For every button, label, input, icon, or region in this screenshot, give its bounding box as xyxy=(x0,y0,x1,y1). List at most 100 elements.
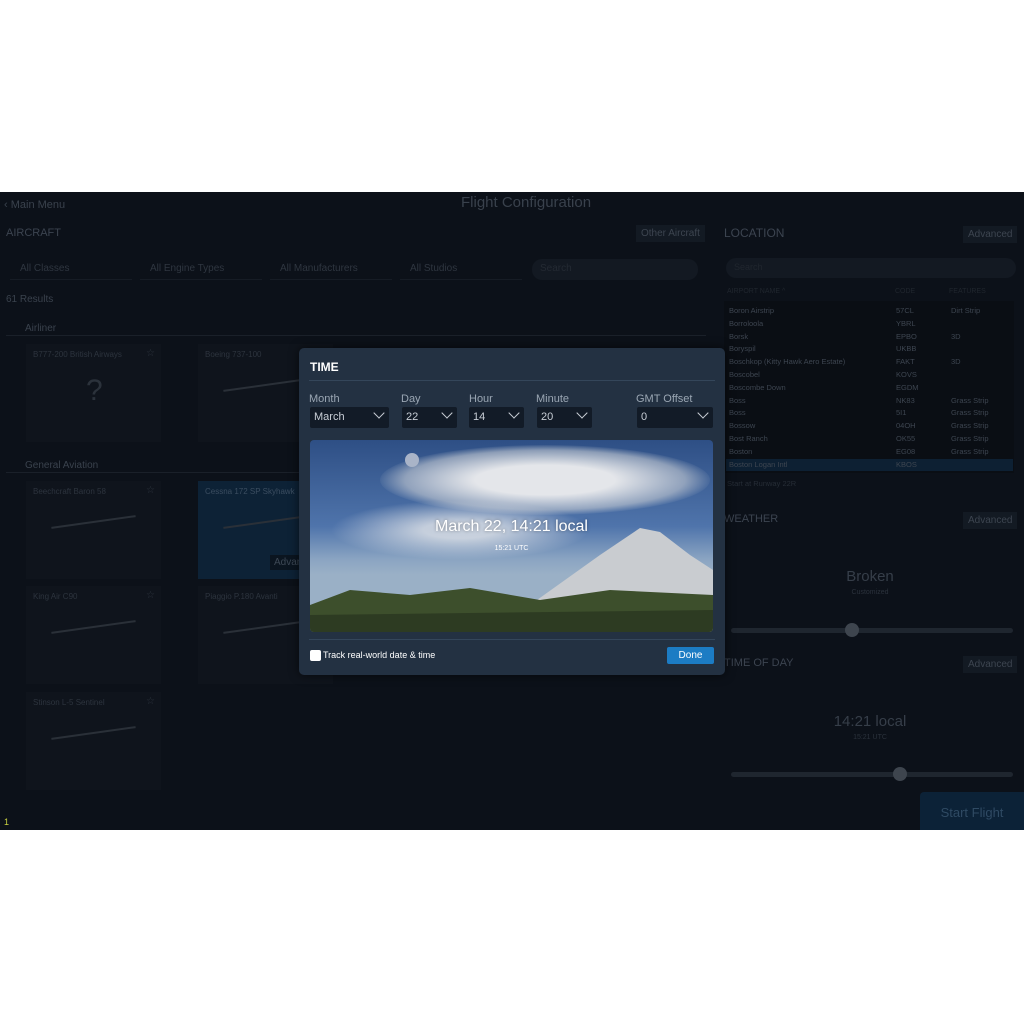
airport-cell: Boryspil xyxy=(729,344,756,354)
airport-cell: Dirt Strip xyxy=(951,306,981,315)
airport-cell: Boston xyxy=(729,446,753,456)
back-main-menu[interactable]: ‹ Main Menu xyxy=(4,199,65,211)
time-dialog: TIME Month March Day 22 Hour 14 Minute 2… xyxy=(299,348,725,675)
group-general-aviation: General Aviation xyxy=(25,460,99,471)
airport-row[interactable]: Bossow 04OH Grass Strip xyxy=(726,420,1013,433)
aircraft-title: AIRCRAFT xyxy=(6,227,61,239)
day-label: Day xyxy=(401,393,421,405)
location-advanced-button[interactable]: Advanced xyxy=(963,226,1018,243)
weather-slider[interactable] xyxy=(731,623,1013,637)
airport-cell: Borroloola xyxy=(729,318,764,328)
divider xyxy=(6,335,706,336)
airport-row[interactable]: Boryspil UKBB xyxy=(726,343,1013,356)
airport-cell: FAKT xyxy=(896,357,915,367)
airport-row[interactable]: Bost Ranch OK55 Grass Strip xyxy=(726,433,1013,446)
filter-manufacturers[interactable]: All Manufacturers xyxy=(270,260,392,280)
start-flight-button[interactable]: Start Flight xyxy=(920,792,1024,830)
airport-row[interactable]: Boschkop (Kitty Hawk Aero Estate) FAKT 3D xyxy=(726,356,1013,369)
airport-row[interactable]: Borroloola YBRL xyxy=(726,318,1013,331)
aircraft-card[interactable]: Stinson L-5 Sentinel ☆ xyxy=(26,692,161,790)
airport-cell: UKBB xyxy=(896,344,917,354)
chevron-down-icon xyxy=(697,407,709,419)
time-of-day-slider[interactable] xyxy=(731,767,1013,781)
divider xyxy=(309,639,715,640)
airport-row[interactable]: Boscombe Down EGDM xyxy=(726,382,1013,395)
airport-cell: Boron Airstrip xyxy=(729,306,775,315)
day-select[interactable]: 22 xyxy=(402,407,457,428)
airport-cell: Boss xyxy=(729,408,746,418)
chevron-down-icon xyxy=(441,407,453,419)
track-realworld-checkbox[interactable] xyxy=(310,650,321,661)
airport-cell: Grass Strip xyxy=(951,408,989,418)
weather-subtitle: Customized xyxy=(851,589,889,596)
star-icon[interactable]: ☆ xyxy=(146,485,155,496)
gmt-offset-select[interactable]: 0 xyxy=(637,407,713,428)
divider xyxy=(309,380,715,381)
airport-row[interactable]: Boston EG08 Grass Strip xyxy=(726,446,1013,459)
airport-cell: Boscobel xyxy=(729,370,760,379)
airport-cell: OK55 xyxy=(896,434,916,443)
aircraft-thumbnail xyxy=(223,620,308,634)
aircraft-card[interactable]: Beechcraft Baron 58 ☆ xyxy=(26,481,161,579)
time-of-day-utc: 15:21 UTC xyxy=(853,734,887,741)
minute-label: Minute xyxy=(536,393,570,405)
column-features[interactable]: FEATURES xyxy=(949,288,986,295)
time-of-day-advanced-button[interactable]: Advanced xyxy=(963,656,1018,673)
hour-select[interactable]: 14 xyxy=(469,407,524,428)
column-code[interactable]: CODE xyxy=(895,288,915,295)
minute-select[interactable]: 20 xyxy=(537,407,592,428)
time-of-day-title: TIME OF DAY xyxy=(724,657,794,669)
airport-cell: Grass Strip xyxy=(951,421,989,431)
hour-label: Hour xyxy=(469,393,493,405)
airport-cell: YBRL xyxy=(896,318,916,328)
airport-cell: 04OH xyxy=(896,421,916,431)
aircraft-card[interactable]: King Air C90 ☆ xyxy=(26,586,161,684)
airport-cell: NK83 xyxy=(896,395,915,405)
airport-cell: Boschkop (Kitty Hawk Aero Estate) xyxy=(729,357,846,367)
start-at-runway[interactable]: Start at Runway 22R xyxy=(727,479,796,488)
group-airliner: Airliner xyxy=(25,323,57,334)
chevron-left-icon: ‹ xyxy=(4,199,11,211)
month-select[interactable]: March xyxy=(310,407,389,428)
column-airport-name[interactable]: AIRPORT NAME ^ xyxy=(727,288,785,295)
aircraft-thumbnail xyxy=(51,620,136,634)
aircraft-thumbnail xyxy=(223,378,308,392)
airport-row[interactable]: Boss NK83 Grass Strip xyxy=(726,395,1013,408)
airport-cell: Grass Strip xyxy=(951,395,989,405)
airport-cell: 5I1 xyxy=(896,408,907,418)
track-realworld-label[interactable]: Track real-world date & time xyxy=(323,650,435,660)
airport-row[interactable]: Boron Airstrip 57CL Dirt Strip xyxy=(726,305,1013,318)
other-aircraft-button[interactable]: Other Aircraft xyxy=(636,225,705,242)
gmt-offset-label: GMT Offset xyxy=(636,393,693,405)
filter-classes[interactable]: All Classes xyxy=(10,260,132,280)
weather-title: WEATHER xyxy=(724,513,779,525)
star-icon[interactable]: ☆ xyxy=(146,348,155,359)
airport-cell: KBOS xyxy=(896,459,917,469)
aircraft-card[interactable]: B777-200 British Airways ☆? xyxy=(26,344,161,442)
preview-utc: 15:21 UTC xyxy=(494,545,529,552)
done-button[interactable]: Done xyxy=(667,647,714,664)
month-label: Month xyxy=(309,393,340,405)
corner-number: 1 xyxy=(4,817,10,827)
star-icon[interactable]: ☆ xyxy=(146,590,155,601)
airport-cell: EGDM xyxy=(896,382,919,392)
filter-studios[interactable]: All Studios xyxy=(400,260,522,280)
aircraft-thumbnail xyxy=(223,515,308,529)
weather-advanced-button[interactable]: Advanced xyxy=(963,512,1018,529)
filter-engine-types[interactable]: All Engine Types xyxy=(140,260,262,280)
star-icon[interactable]: ☆ xyxy=(146,696,155,707)
airport-cell: Bost Ranch xyxy=(729,434,768,443)
airport-cell: Borsk xyxy=(729,331,749,341)
airport-row[interactable]: Boss 5I1 Grass Strip xyxy=(726,407,1013,420)
airport-cell: Grass Strip xyxy=(951,434,989,443)
mountain-terrain xyxy=(310,528,713,632)
airport-cell: Boston Logan Intl xyxy=(729,459,788,469)
chevron-down-icon xyxy=(508,407,520,419)
weather-condition: Broken xyxy=(846,568,894,585)
location-search-input[interactable]: Search xyxy=(726,258,1016,278)
airport-row[interactable]: Boscobel KOVS xyxy=(726,369,1013,382)
results-count: 61 Results xyxy=(6,294,54,305)
airport-row[interactable]: Borsk EPBO 3D xyxy=(726,331,1013,344)
airport-row[interactable]: Boston Logan Intl KBOS xyxy=(726,458,1013,472)
aircraft-search-input[interactable]: Search xyxy=(532,259,698,280)
